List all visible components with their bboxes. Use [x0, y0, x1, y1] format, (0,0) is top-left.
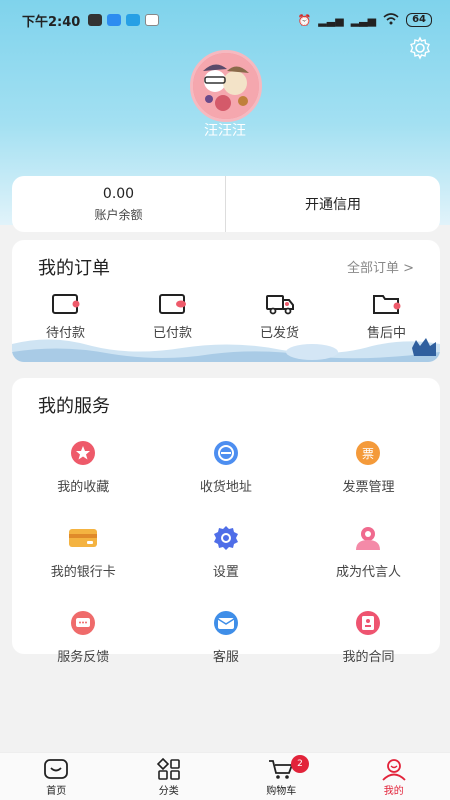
status-indicators: ⏰ ▂▃▅ ▂▃▅ 64 — [297, 12, 432, 28]
open-credit-button[interactable]: 开通信用 — [226, 176, 440, 232]
service-address[interactable]: 收货地址 — [155, 440, 298, 495]
service-label: 收货地址 — [199, 480, 252, 495]
cart-badge: 2 — [291, 755, 309, 773]
tab-category[interactable]: 分类 — [113, 753, 226, 800]
tab-profile[interactable]: 我的 — [338, 753, 450, 800]
invoice-glyph: 票 — [362, 447, 374, 461]
balance-card: 0.00 账户余额 开通信用 — [12, 176, 440, 232]
service-label: 发票管理 — [342, 480, 395, 495]
all-orders-link[interactable]: 全部订单 > — [347, 257, 414, 276]
wallet-pending-icon — [51, 294, 79, 314]
tab-label: 我的 — [383, 786, 404, 797]
service-spokesperson[interactable]: 成为代言人 — [297, 525, 440, 580]
service-bank-card[interactable]: 我的银行卡 — [12, 525, 155, 580]
profile-icon — [382, 759, 406, 781]
feedback-icon — [67, 610, 99, 636]
star-icon — [67, 440, 99, 466]
service-feedback[interactable]: 服务反馈 — [12, 610, 155, 665]
truck-icon — [265, 295, 294, 315]
service-label: 客服 — [212, 650, 239, 665]
balance-label: 账户余额 — [94, 207, 143, 222]
app-notification-icon — [126, 14, 141, 26]
service-invoice[interactable]: 票 发票管理 — [297, 440, 440, 495]
contract-icon — [352, 610, 384, 636]
wifi-icon — [383, 12, 399, 28]
service-favorites[interactable]: 我的收藏 — [12, 440, 155, 495]
services-grid: 我的收藏 收货地址 票 发票管理 我的银行卡 设置 成为代言人 服务反馈 客服 … — [12, 440, 440, 665]
notification-icons — [88, 14, 160, 26]
tab-label: 分类 — [158, 786, 179, 797]
app-notification-icon — [107, 14, 122, 26]
address-icon — [210, 440, 242, 466]
customer-service-icon — [210, 610, 242, 636]
tab-label: 首页 — [46, 786, 67, 797]
status-bar: 下午2:40 ⏰ ▂▃▅ ▂▃▅ 64 — [0, 0, 450, 40]
tab-home[interactable]: 首页 — [0, 753, 113, 800]
folder-after-sale-icon — [372, 295, 400, 314]
alarm-icon: ⏰ — [297, 13, 312, 27]
status-time: 下午2:40 — [22, 14, 81, 30]
services-title: 我的服务 — [38, 396, 110, 417]
service-label: 服务反馈 — [57, 650, 110, 665]
service-settings[interactable]: 设置 — [155, 525, 298, 580]
service-label: 设置 — [212, 565, 239, 580]
wave-decoration — [12, 338, 440, 362]
settings-gear-icon[interactable] — [408, 36, 432, 60]
bank-card-icon — [67, 525, 99, 551]
battery-indicator: 64 — [406, 13, 432, 27]
services-card: 我的服务 我的收藏 收货地址 票 发票管理 我的银行卡 设置 成为代言人 服务反… — [12, 378, 440, 665]
service-contract[interactable]: 我的合同 — [297, 610, 440, 665]
spokesperson-icon — [352, 525, 384, 551]
tab-label: 购物车 — [266, 786, 297, 797]
service-label: 我的合同 — [342, 650, 395, 665]
service-label: 成为代言人 — [335, 565, 401, 580]
signal-icon: ▂▃▅ — [318, 13, 344, 27]
service-customer-service[interactable]: 客服 — [155, 610, 298, 665]
avatar[interactable] — [190, 50, 262, 122]
balance-value: 0.00 — [102, 185, 135, 202]
wallet-paid-icon — [158, 294, 186, 314]
service-label: 我的银行卡 — [50, 565, 116, 580]
username: 汪汪汪 — [204, 123, 246, 139]
category-icon — [156, 757, 180, 780]
account-balance[interactable]: 0.00 账户余额 — [12, 176, 226, 232]
orders-title: 我的订单 — [38, 258, 110, 279]
bottom-tab-bar: 首页 分类 2 购物车 我的 — [0, 752, 450, 800]
invoice-icon: 票 — [352, 440, 384, 466]
signal-icon: ▂▃▅ — [350, 13, 377, 27]
home-icon — [44, 759, 69, 779]
app-notification-icon — [145, 14, 160, 26]
service-label: 我的收藏 — [57, 480, 110, 495]
settings-icon — [210, 525, 242, 551]
tab-cart[interactable]: 2 购物车 — [225, 753, 338, 800]
message-icon — [88, 14, 103, 26]
orders-card: 我的订单 全部订单 > 待付款 已付款 已发货 售后中 — [12, 240, 440, 362]
